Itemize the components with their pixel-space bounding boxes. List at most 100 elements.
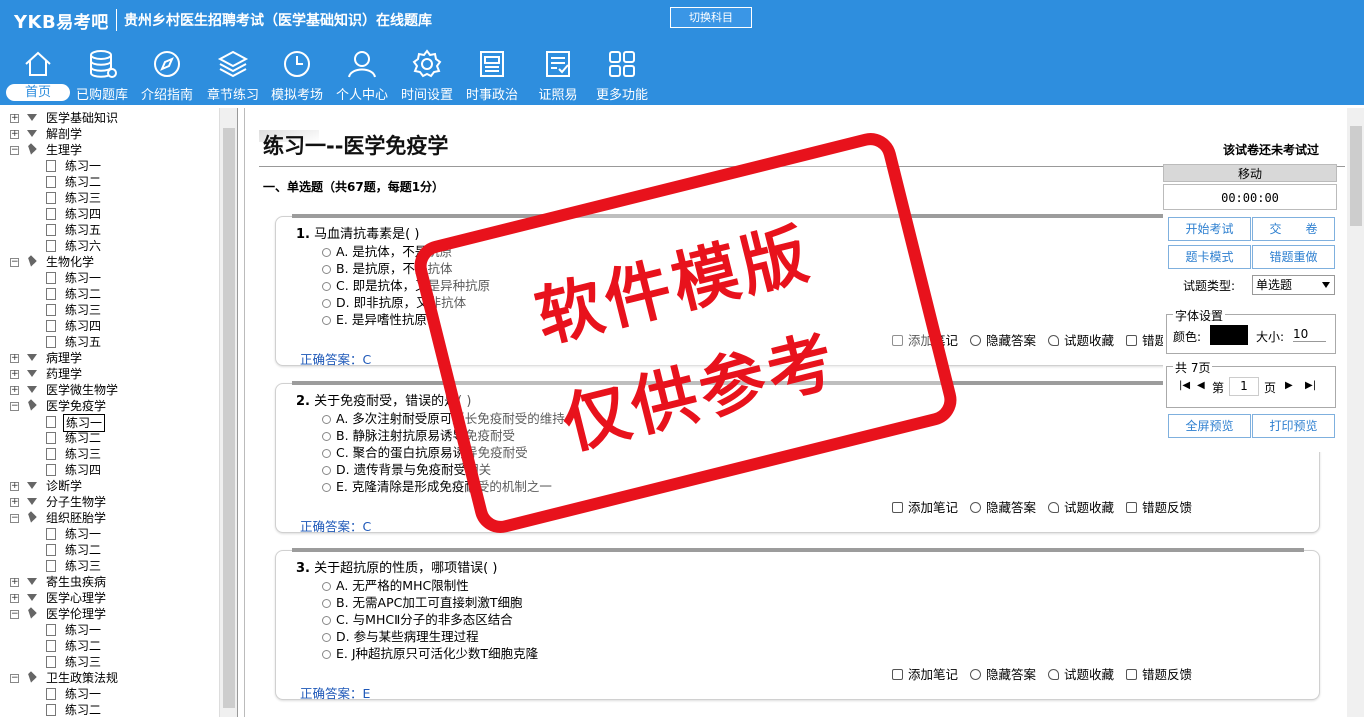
nav-item-5[interactable]: 个人中心 [330,48,394,104]
tree-leaf-item[interactable]: 练习三 [0,654,219,670]
tree-folder-item[interactable]: − 组织胚胎学 [0,510,219,526]
radio-button[interactable] [322,483,331,492]
tree-leaf-item[interactable]: 练习五 [0,222,219,238]
last-page-icon[interactable]: ▶| [1305,380,1316,391]
tree-leaf-item[interactable]: 练习四 [0,318,219,334]
tree-leaf-item[interactable]: 练习一 [0,526,219,542]
expand-toggle-icon[interactable]: − [10,146,19,155]
next-page-icon[interactable]: ▶ [1285,380,1293,391]
report-error-button[interactable]: 错题反馈 [1126,500,1192,515]
favorite-button[interactable]: 试题收藏 [1048,500,1114,515]
tree-folder-item[interactable]: + 病理学 [0,350,219,366]
expand-toggle-icon[interactable]: + [10,482,19,491]
tree-leaf-item[interactable]: 练习四 [0,462,219,478]
expand-toggle-icon[interactable]: − [10,514,19,523]
prev-page-icon[interactable]: ◀ [1197,380,1205,391]
tree-scrollbar-thumb[interactable] [223,128,235,708]
nav-item-8[interactable]: 证照易 [526,48,590,104]
expand-toggle-icon[interactable]: + [10,370,19,379]
first-page-icon[interactable]: |◀ [1179,380,1190,391]
expand-toggle-icon[interactable]: + [10,498,19,507]
tree-leaf-item[interactable]: 练习四 [0,206,219,222]
favorite-button[interactable]: 试题收藏 [1048,667,1114,682]
radio-button[interactable] [322,633,331,642]
tree-leaf-item[interactable]: 练习一 [0,414,219,432]
tree-leaf-item[interactable]: 练习二 [0,174,219,190]
font-size-input[interactable]: 10 [1293,327,1326,342]
nav-item-7[interactable]: 时事政治 [460,48,524,104]
add-note-button[interactable]: 添加笔记 [892,667,958,682]
tree-folder-item[interactable]: − 卫生政策法规 [0,670,219,686]
nav-item-1[interactable]: 已购题库 [70,48,134,104]
radio-button[interactable] [322,449,331,458]
hide-answer-button[interactable]: 隐藏答案 [970,333,1036,348]
expand-toggle-icon[interactable]: + [10,386,19,395]
content-scrollbar[interactable] [1347,108,1364,717]
tree-folder-item[interactable]: + 解剖学 [0,126,219,142]
radio-button[interactable] [322,316,331,325]
expand-toggle-icon[interactable]: + [10,114,19,123]
answer-option[interactable]: E. 是异嗜性抗原 [322,309,427,328]
expand-toggle-icon[interactable]: − [10,258,19,267]
nav-item-4[interactable]: 模拟考场 [265,48,329,104]
report-error-button[interactable]: 错题反馈 [1126,667,1192,682]
radio-button[interactable] [322,299,331,308]
radio-button[interactable] [322,582,331,591]
tree-folder-item[interactable]: + 医学微生物学 [0,382,219,398]
expand-toggle-icon[interactable]: − [10,402,19,411]
content-scrollbar-thumb[interactable] [1350,126,1362,226]
add-note-button[interactable]: 添加笔记 [892,500,958,515]
radio-button[interactable] [322,282,331,291]
tree-folder-item[interactable]: + 分子生物学 [0,494,219,510]
expand-toggle-icon[interactable]: − [10,610,19,619]
tree-folder-item[interactable]: + 药理学 [0,366,219,382]
favorite-button[interactable]: 试题收藏 [1048,333,1114,348]
nav-item-0[interactable]: 首页 [6,48,70,104]
tree-leaf-item[interactable]: 练习二 [0,286,219,302]
expand-toggle-icon[interactable]: − [10,674,19,683]
tree-folder-item[interactable]: + 医学心理学 [0,590,219,606]
hide-answer-button[interactable]: 隐藏答案 [970,667,1036,682]
answer-option[interactable]: E. 克隆清除是形成免疫耐受的机制之一 [322,476,552,495]
question-type-select[interactable]: 单选题 [1252,275,1335,295]
tree-leaf-item[interactable]: 练习六 [0,238,219,254]
nav-item-9[interactable]: 更多功能 [590,48,654,104]
radio-button[interactable] [322,265,331,274]
start-exam-button[interactable]: 开始考试 [1168,217,1251,241]
tree-folder-item[interactable]: + 诊断学 [0,478,219,494]
tree-leaf-item[interactable]: 练习一 [0,158,219,174]
radio-button[interactable] [322,466,331,475]
tree-leaf-item[interactable]: 练习一 [0,686,219,702]
tree-scrollbar[interactable] [219,108,237,717]
fullscreen-preview-button[interactable]: 全屏预览 [1168,414,1251,438]
tree-leaf-item[interactable]: 练习三 [0,190,219,206]
answer-option[interactable]: E. J种超抗原只可活化少数T细胞克隆 [322,643,538,662]
print-preview-button[interactable]: 打印预览 [1252,414,1335,438]
radio-button[interactable] [322,650,331,659]
expand-toggle-icon[interactable]: + [10,578,19,587]
nav-item-6[interactable]: 时间设置 [395,48,459,104]
submit-exam-button[interactable]: 交 卷 [1252,217,1335,241]
radio-button[interactable] [322,248,331,257]
tree-folder-item[interactable]: + 医学基础知识 [0,110,219,126]
tree-folder-item[interactable]: − 医学免疫学 [0,398,219,414]
radio-button[interactable] [322,616,331,625]
nav-item-3[interactable]: 章节练习 [201,48,265,104]
answer-card-button[interactable]: 题卡模式 [1168,245,1251,269]
radio-button[interactable] [322,432,331,441]
radio-button[interactable] [322,415,331,424]
tree-leaf-item[interactable]: 练习二 [0,702,219,717]
tree-leaf-item[interactable]: 练习三 [0,302,219,318]
redo-wrong-button[interactable]: 错题重做 [1252,245,1335,269]
switch-subject-button[interactable]: 切换科目 [670,7,752,28]
tree-leaf-item[interactable]: 练习二 [0,430,219,446]
tree-leaf-item[interactable]: 练习一 [0,270,219,286]
tree-folder-item[interactable]: + 寄生虫疾病 [0,574,219,590]
add-note-button[interactable]: 添加笔记 [892,333,958,348]
nav-item-2[interactable]: 介绍指南 [135,48,199,104]
expand-toggle-icon[interactable]: + [10,354,19,363]
page-number-input[interactable]: 1 [1229,377,1259,396]
tree-leaf-item[interactable]: 练习三 [0,446,219,462]
tree-leaf-item[interactable]: 练习二 [0,638,219,654]
font-color-swatch[interactable] [1210,325,1248,345]
